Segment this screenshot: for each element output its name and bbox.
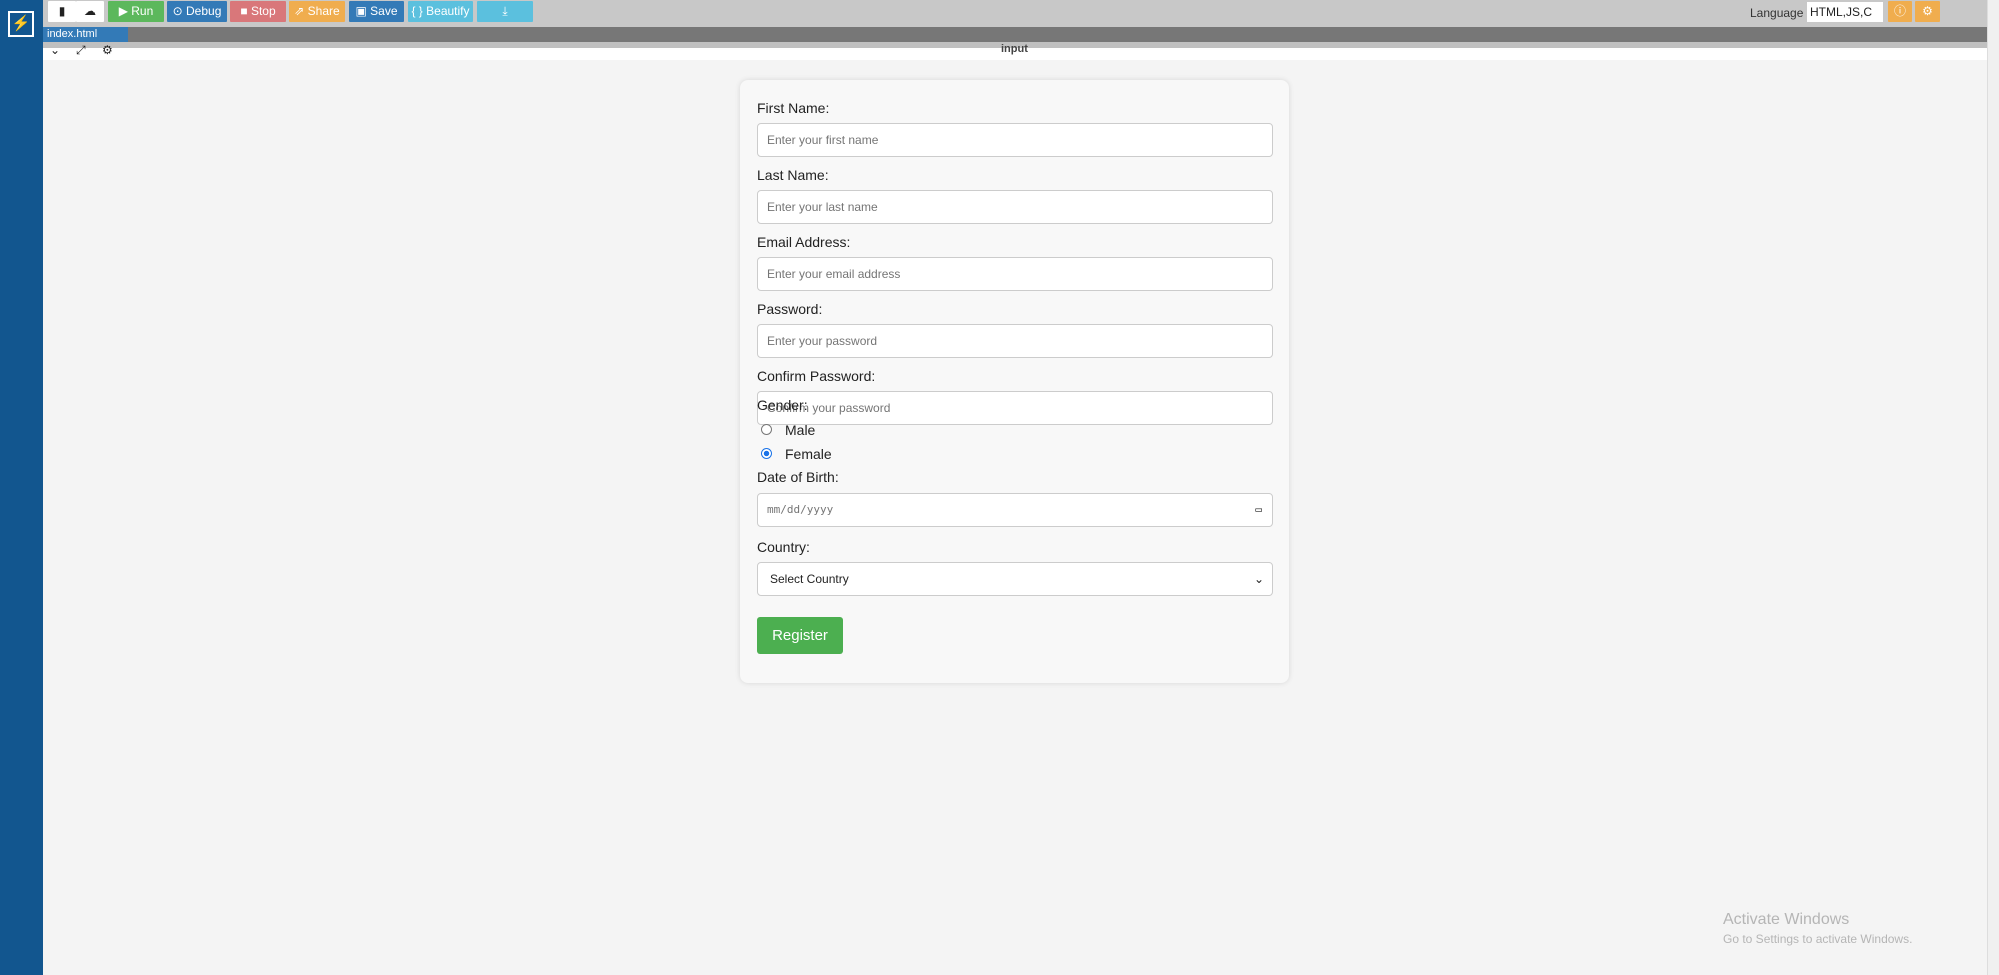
chevron-down-icon: ⌄ xyxy=(1253,572,1264,586)
radio-male[interactable] xyxy=(761,424,772,435)
first-name-label: First Name: xyxy=(757,100,830,116)
language-label: Language xyxy=(1750,6,1804,20)
stop-button[interactable]: ■ Stop xyxy=(230,1,286,22)
watermark-subtitle: Go to Settings to activate Windows. xyxy=(1723,932,1913,946)
password-input[interactable]: Enter your password xyxy=(757,324,1273,358)
new-file-icon[interactable]: ▮ xyxy=(48,1,76,22)
stop-icon: ■ xyxy=(240,4,251,18)
country-select[interactable]: Select Country ⌄ xyxy=(757,562,1273,596)
dob-input[interactable]: mm/dd/yyyy ▭ xyxy=(757,493,1273,527)
confirm-password-label: Confirm Password: xyxy=(757,368,876,384)
dob-label: Date of Birth: xyxy=(757,469,839,485)
share-button[interactable]: ⇗ Share xyxy=(289,1,345,22)
calendar-icon[interactable]: ▭ xyxy=(1255,494,1262,526)
password-label: Password: xyxy=(757,301,823,317)
info-icon[interactable]: ⓘ xyxy=(1888,1,1912,22)
email-label: Email Address: xyxy=(757,234,851,250)
play-icon: ▶ xyxy=(118,4,132,18)
female-label: Female xyxy=(785,446,832,462)
tab-bar xyxy=(43,27,1987,42)
sidebar: ⚡ xyxy=(0,0,43,975)
debug-button[interactable]: ⊙ Debug xyxy=(167,1,227,22)
lightning-logo-icon[interactable]: ⚡ xyxy=(8,11,34,37)
confirm-password-input[interactable]: Confirm your password xyxy=(757,391,1273,425)
register-button[interactable]: Register xyxy=(757,617,843,654)
registration-form: First Name: Enter your first name Last N… xyxy=(740,80,1289,683)
first-name-input[interactable]: Enter your first name xyxy=(757,123,1273,157)
beautify-button[interactable]: { } Beautify xyxy=(408,1,473,22)
country-label: Country: xyxy=(757,539,810,555)
gear-icon[interactable]: ⚙ xyxy=(1915,1,1940,22)
chevron-down-icon[interactable]: ⌄ xyxy=(50,43,60,57)
last-name-input[interactable]: Enter your last name xyxy=(757,190,1273,224)
watermark-title: Activate Windows xyxy=(1723,911,1850,928)
tab-index-html[interactable]: index.html xyxy=(43,27,128,42)
floppy-icon: ▣ xyxy=(355,4,371,18)
male-label: Male xyxy=(785,422,816,438)
upload-icon[interactable]: ☁ xyxy=(76,1,104,22)
download-icon[interactable]: ⤓ xyxy=(477,1,533,22)
run-button[interactable]: ▶ Run xyxy=(108,1,164,22)
expand-icon[interactable]: ⤢ xyxy=(76,43,86,58)
share-icon: ⇗ xyxy=(294,4,308,18)
email-input[interactable]: Enter your email address xyxy=(757,257,1273,291)
debug-icon: ⊙ xyxy=(172,4,186,18)
scrollbar[interactable] xyxy=(1987,0,1999,975)
save-button[interactable]: ▣ Save xyxy=(349,1,404,22)
gear-icon[interactable]: ⚙ xyxy=(102,43,113,57)
panel-title: input xyxy=(1001,43,1028,55)
radio-female[interactable] xyxy=(761,448,772,459)
gender-label: Gender: xyxy=(757,397,808,413)
last-name-label: Last Name: xyxy=(757,167,829,183)
toolbar: ▮ ☁ ▶ Run ⊙ Debug ■ Stop ⇗ Share ▣ Save … xyxy=(43,0,1987,39)
language-select[interactable]: HTML,JS,C ⌄ xyxy=(1807,2,1883,39)
